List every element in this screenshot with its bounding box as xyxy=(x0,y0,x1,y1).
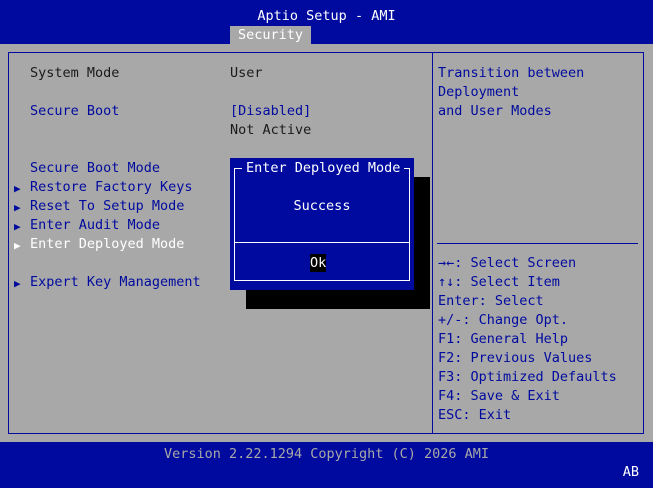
help-divider xyxy=(437,243,638,244)
reset-to-setup-mode-item[interactable]: Reset To Setup Mode xyxy=(30,197,184,216)
secure-boot-value[interactable]: [Disabled] xyxy=(230,102,311,121)
submenu-arrow-icon: ▶ xyxy=(14,239,21,252)
panel-divider xyxy=(432,52,433,434)
dialog-title: Enter Deployed Mode xyxy=(242,159,405,178)
submenu-arrow-icon: ▶ xyxy=(14,220,21,233)
submenu-arrow-icon: ▶ xyxy=(14,182,21,195)
enter-audit-mode-item[interactable]: Enter Audit Mode xyxy=(30,216,160,235)
help-text-line: Transition between xyxy=(438,65,585,81)
secure-boot-status: Not Active xyxy=(230,122,312,138)
dialog-message: Success xyxy=(293,198,351,214)
enter-deployed-mode-item[interactable]: Enter Deployed Mode xyxy=(30,235,184,254)
secure-boot-mode-label[interactable]: Secure Boot Mode xyxy=(30,159,160,178)
help-text-line: and User Modes xyxy=(438,103,552,119)
app-title: Aptio Setup - AMI xyxy=(257,8,396,24)
key-help-select-item: ↑↓: Select Item xyxy=(438,274,560,290)
key-help-f4: F4: Save & Exit xyxy=(438,388,560,404)
expert-key-management-item[interactable]: Expert Key Management xyxy=(30,273,201,292)
system-mode-value: User xyxy=(230,65,263,81)
version-text: Version 2.22.1294 Copyright (C) 2026 AMI xyxy=(163,446,490,462)
key-help-change: +/-: Change Opt. xyxy=(438,312,569,328)
key-help-f3: F3: Optimized Defaults xyxy=(438,369,617,385)
ok-button[interactable]: Ok xyxy=(310,254,326,272)
submenu-arrow-icon: ▶ xyxy=(14,277,21,290)
header-bar: Aptio Setup - AMI Security xyxy=(0,0,653,44)
key-help-f2: F2: Previous Values xyxy=(438,350,593,366)
key-help-enter: Enter: Select xyxy=(438,293,544,309)
system-mode-label: System Mode xyxy=(30,65,120,81)
deployed-mode-dialog: Enter Deployed Mode Success Ok xyxy=(230,158,414,290)
footer-bar: Version 2.22.1294 Copyright (C) 2026 AMI… xyxy=(0,442,653,488)
submenu-arrow-icon: ▶ xyxy=(14,201,21,214)
bios-setup-screen: Aptio Setup - AMI Security System Mode U… xyxy=(0,0,653,488)
tab-security[interactable]: Security xyxy=(230,26,312,44)
dialog-separator xyxy=(234,242,410,243)
key-help-esc: ESC: Exit xyxy=(438,407,512,423)
restore-factory-keys-item[interactable]: Restore Factory Keys xyxy=(30,178,193,197)
key-help-select-screen: →←: Select Screen xyxy=(438,255,577,271)
ab-badge: AB xyxy=(622,464,639,480)
help-text-line: Deployment xyxy=(438,84,520,100)
key-help-f1: F1: General Help xyxy=(438,331,569,347)
secure-boot-label[interactable]: Secure Boot xyxy=(30,102,119,121)
